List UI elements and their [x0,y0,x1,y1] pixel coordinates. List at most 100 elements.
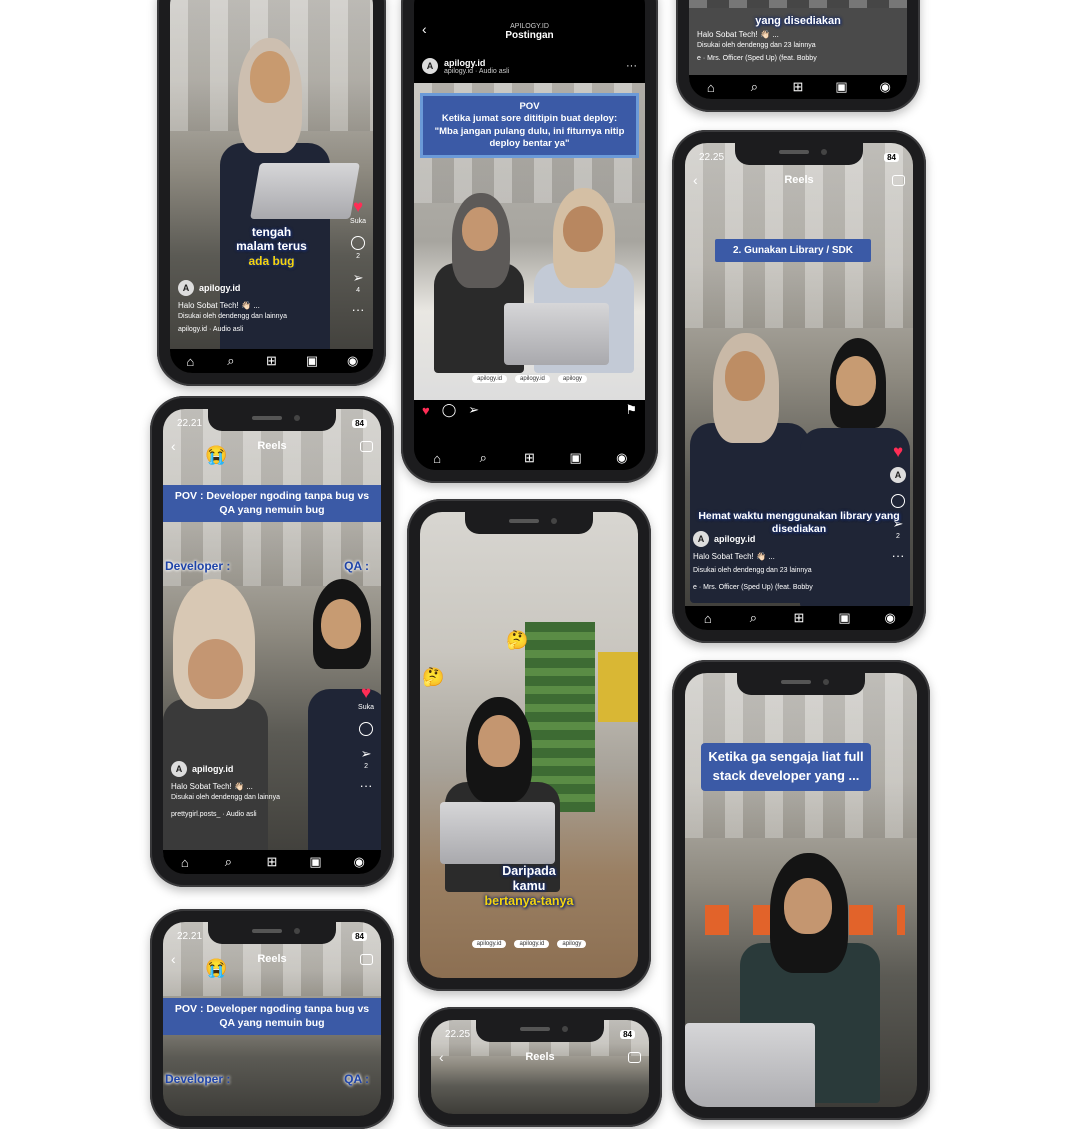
back-icon[interactable]: ‹ [171,951,176,967]
back-icon[interactable]: ‹ [171,438,176,454]
add-icon[interactable]: ⊞ [264,353,278,369]
profile-icon[interactable]: ◉ [352,854,366,870]
back-icon[interactable]: ‹ [422,21,427,37]
search-icon[interactable]: ⌕ [476,450,490,466]
camera-icon[interactable] [360,953,373,965]
username[interactable]: apilogy.id [192,764,233,774]
heart-icon[interactable]: ♥ [893,443,903,460]
home-icon[interactable]: ⌂ [701,611,715,626]
avatar[interactable]: A [422,58,438,74]
add-icon[interactable]: ⊞ [791,79,805,95]
username[interactable]: apilogy.id [199,283,240,293]
reels-header: ‹ Reels [431,1046,649,1068]
home-icon[interactable]: ⌂ [183,354,197,369]
avatar[interactable]: A [178,280,194,296]
send-icon[interactable]: ➢ [468,402,479,418]
phone-screen: Ketika ga sengaja liat full stack develo… [685,673,917,1107]
heart-icon[interactable]: ♥ [361,684,371,701]
add-icon[interactable]: ⊞ [265,854,279,870]
bottom-tab-bar: ⌂ ⌕ ⊞ ▣ ◉ [685,606,913,630]
audio-track[interactable]: e · Mrs. Officer (Sped Up) (feat. Bobby [693,584,873,591]
heart-icon[interactable]: ♥ [422,403,430,418]
more-icon[interactable]: ··· [892,549,905,562]
search-icon[interactable]: ⌕ [221,854,235,870]
back-icon[interactable]: ‹ [439,1049,444,1065]
phone-notch [737,673,865,695]
home-icon[interactable]: ⌂ [704,80,718,95]
pov-banner: POV Ketika jumat sore dititipin buat dep… [420,93,639,159]
phone-screen: yang disediakan Halo Sobat Tech! 👋🏻 ... … [689,0,907,99]
reels-title: Reels [525,1051,555,1063]
banner-line: Ketika jumat sore dititipin buat deploy: [441,113,618,125]
reels-icon[interactable]: ▣ [309,854,323,870]
reels-icon[interactable]: ▣ [835,79,849,95]
send-icon[interactable]: ➢ [893,517,904,530]
send-icon[interactable]: ➢ [361,747,372,760]
liked-by[interactable]: Disukai oleh dendengg dan 23 lainnya [697,42,867,49]
audio-track[interactable]: e · Mrs. Officer (Sped Up) (feat. Bobby [697,55,867,62]
avatar[interactable]: A [171,761,187,777]
search-icon[interactable]: ⌕ [746,610,760,626]
phone-screen: ‹ APILOGY.ID Postingan A apilogy.id apil… [414,0,645,470]
thinking-emoji: 🤔 [422,667,445,687]
add-icon[interactable]: ⊞ [522,450,536,466]
profile-icon[interactable]: ◉ [883,610,897,626]
heart-icon[interactable]: ♥ [353,198,363,215]
label-qa: QA : [344,559,369,573]
comment-count: 2 [356,253,360,260]
bookmark-icon[interactable]: ⚑ [625,402,637,418]
home-icon[interactable]: ⌂ [178,855,192,870]
share-count: 4 [356,287,360,294]
phone-reel-bottom: 22.25 84 ‹ Reels [418,1007,662,1127]
post-caption[interactable]: Halo Sobat Tech! 👋🏻 ... [178,301,333,310]
more-icon[interactable]: ··· [352,303,365,316]
liked-by[interactable]: Disukai oleh dendengg dan lainnya [178,313,333,320]
pov-banner: POV : Developer ngoding tanpa bug vs QA … [163,998,381,1036]
phone-reel-daripada: 🤔 🤔 Daripada kamu bertanya-tanya apilogy… [407,499,651,991]
search-icon[interactable]: ⌕ [224,353,238,369]
profile-icon[interactable]: ◉ [615,450,629,466]
reels-icon[interactable]: ▣ [838,610,852,626]
liked-by[interactable]: Disukai oleh dendengg dan 23 lainnya [693,567,873,574]
more-icon[interactable]: ··· [626,60,637,72]
battery-icon: 84 [352,418,367,428]
send-icon[interactable]: ➢ [353,271,364,284]
action-rail: ♥ Suka ➢ 2 ··· [358,684,374,792]
avatar[interactable]: A [693,531,709,547]
post-caption[interactable]: Halo Sobat Tech! 👋🏻 ... [171,782,341,791]
back-icon[interactable]: ‹ [693,172,698,188]
add-icon[interactable]: ⊞ [792,610,806,626]
comment-icon[interactable] [891,494,905,508]
audio-track[interactable]: apilogy.id · Audio asli [178,326,333,333]
camera-icon[interactable] [892,174,905,186]
reels-icon[interactable]: ▣ [305,353,319,369]
post-actions: ♥ ◯ ➢ ⚑ [414,398,645,422]
camera-icon[interactable] [360,440,373,452]
avatar[interactable]: A [890,467,906,483]
comment-icon[interactable] [351,236,366,250]
action-rail: ♥ Suka 2 ➢ 4 ··· [350,198,366,316]
comment-icon[interactable]: ◯ [442,402,457,418]
audio-track[interactable]: apilogy.id · Audio asli [444,68,509,75]
profile-icon[interactable]: ◉ [878,79,892,95]
post-caption[interactable]: Halo Sobat Tech! 👋🏻 ... [697,30,867,39]
phone-screen: 22.25 84 ‹ Reels [431,1020,649,1114]
home-icon[interactable]: ⌂ [430,451,444,466]
camera-icon[interactable] [628,1051,641,1063]
more-icon[interactable]: ··· [360,779,373,792]
phone-screen: 22.21 84 ‹ Reels 😭 POV : Developer ngodi… [163,409,381,874]
overlay-line-2: kamu [512,879,546,893]
overlay-line-2: malam terus [236,239,307,254]
pov-banner: Ketika ga sengaja liat full stack develo… [701,743,871,791]
audio-track[interactable]: prettygirl.posts_ · Audio asli [171,811,341,818]
username[interactable]: apilogy.id [714,534,755,544]
liked-by[interactable]: Disukai oleh dendengg dan lainnya [171,794,341,801]
comment-icon[interactable] [359,722,374,736]
status-time: 22.21 [177,417,203,429]
reels-title: Reels [784,174,814,186]
reels-icon[interactable]: ▣ [569,450,583,466]
post-caption[interactable]: Halo Sobat Tech! 👋🏻 ... [693,552,873,561]
profile-icon[interactable]: ◉ [346,353,360,369]
search-icon[interactable]: ⌕ [747,79,761,95]
username[interactable]: apilogy.id [444,58,509,68]
